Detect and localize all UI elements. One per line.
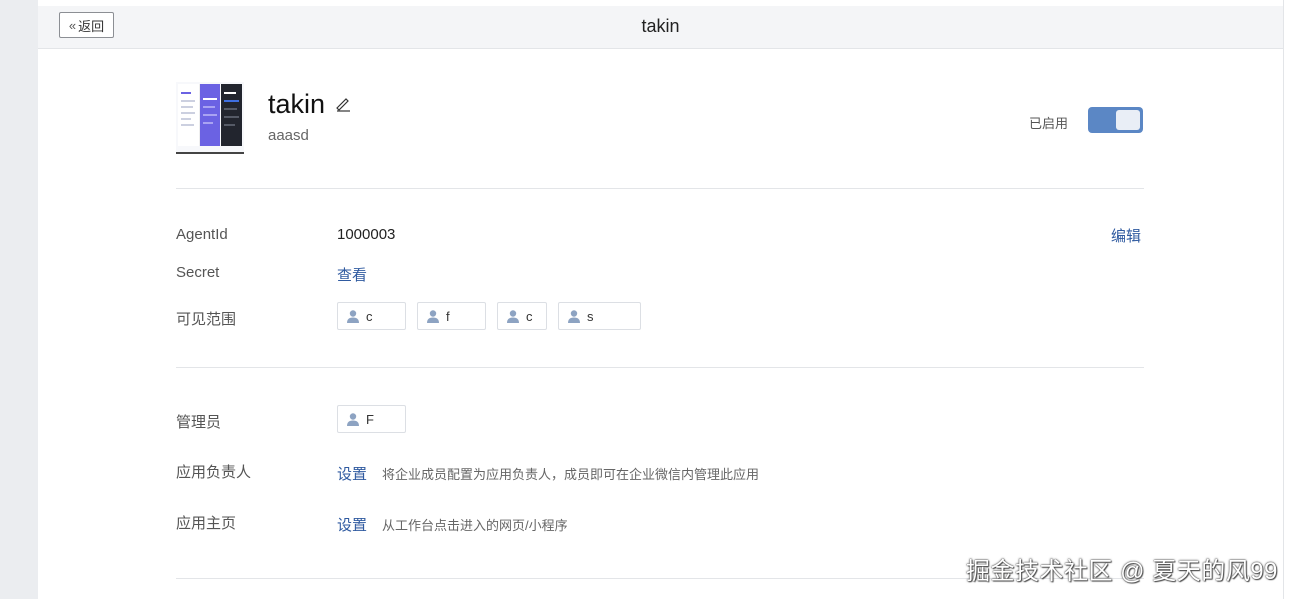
- admin-label: 管理员: [176, 414, 222, 431]
- logo-panel-purple: [200, 84, 220, 146]
- edit-button[interactable]: 编辑: [1111, 225, 1141, 246]
- person-icon: [347, 310, 359, 323]
- member-name: s: [587, 308, 594, 324]
- logo-line: [181, 100, 195, 102]
- person-icon: [507, 310, 519, 323]
- left-sidebar-strip: [0, 0, 38, 599]
- owner-hint: 将企业成员配置为应用负责人，成员即可在企业微信内管理此应用: [382, 467, 760, 482]
- agentid-value: 1000003: [337, 226, 396, 243]
- member-name: c: [366, 308, 373, 324]
- logo-line: [224, 92, 236, 94]
- secret-label: Secret: [176, 264, 220, 281]
- logo-line: [181, 92, 191, 94]
- set-homepage-link[interactable]: 设置: [337, 514, 367, 535]
- logo-line: [224, 116, 239, 118]
- person-icon: [427, 310, 439, 323]
- logo-line: [224, 100, 239, 102]
- top-bar: « 返回 takin: [38, 6, 1283, 49]
- agentid-label: AgentId: [176, 226, 228, 243]
- homepage-hint: 从工作台点击进入的网页/小程序: [382, 518, 568, 533]
- right-edge: [1283, 0, 1297, 599]
- divider: [176, 367, 1144, 368]
- app-homepage-label: 应用主页: [176, 515, 237, 532]
- logo-line: [181, 124, 194, 126]
- member-name: F: [366, 411, 374, 427]
- logo-line: [203, 106, 215, 108]
- logo-line: [203, 98, 217, 100]
- view-secret-link[interactable]: 查看: [337, 264, 367, 285]
- logo-line: [224, 124, 235, 126]
- logo-line: [224, 108, 237, 110]
- member-name: f: [446, 308, 450, 324]
- admin-member-chip[interactable]: F: [337, 405, 406, 433]
- member-name: c: [526, 308, 533, 324]
- visible-member-chip[interactable]: f: [417, 302, 486, 330]
- visible-member-chip[interactable]: c: [497, 302, 547, 330]
- visible-member-chip[interactable]: s: [558, 302, 641, 330]
- logo-line: [203, 122, 213, 124]
- logo-line: [181, 106, 193, 108]
- edit-pencil-icon[interactable]: [334, 93, 354, 113]
- page-title: takin: [641, 16, 680, 36]
- visible-member-chip[interactable]: c: [337, 302, 406, 330]
- visible-range-label: 可见范围: [176, 311, 237, 328]
- toggle-knob: [1116, 110, 1140, 130]
- watermark: 掘金技术社区 @ 夏天的风99: [966, 558, 1278, 585]
- app-name: takin: [268, 89, 326, 119]
- logo-line: [181, 112, 195, 114]
- app-owner-label: 应用负责人: [176, 464, 252, 481]
- logo-line: [203, 114, 217, 116]
- app-description: aaasd: [268, 127, 309, 144]
- app-logo: [176, 82, 244, 154]
- logo-line: [181, 118, 191, 120]
- enable-toggle[interactable]: [1088, 107, 1143, 133]
- status-label: 已启用: [1029, 116, 1069, 131]
- divider: [176, 188, 1144, 189]
- person-icon: [568, 310, 580, 323]
- person-icon: [347, 413, 359, 426]
- set-owner-link[interactable]: 设置: [337, 463, 367, 484]
- logo-panel-dark: [221, 84, 242, 146]
- logo-panel-light: [178, 84, 200, 146]
